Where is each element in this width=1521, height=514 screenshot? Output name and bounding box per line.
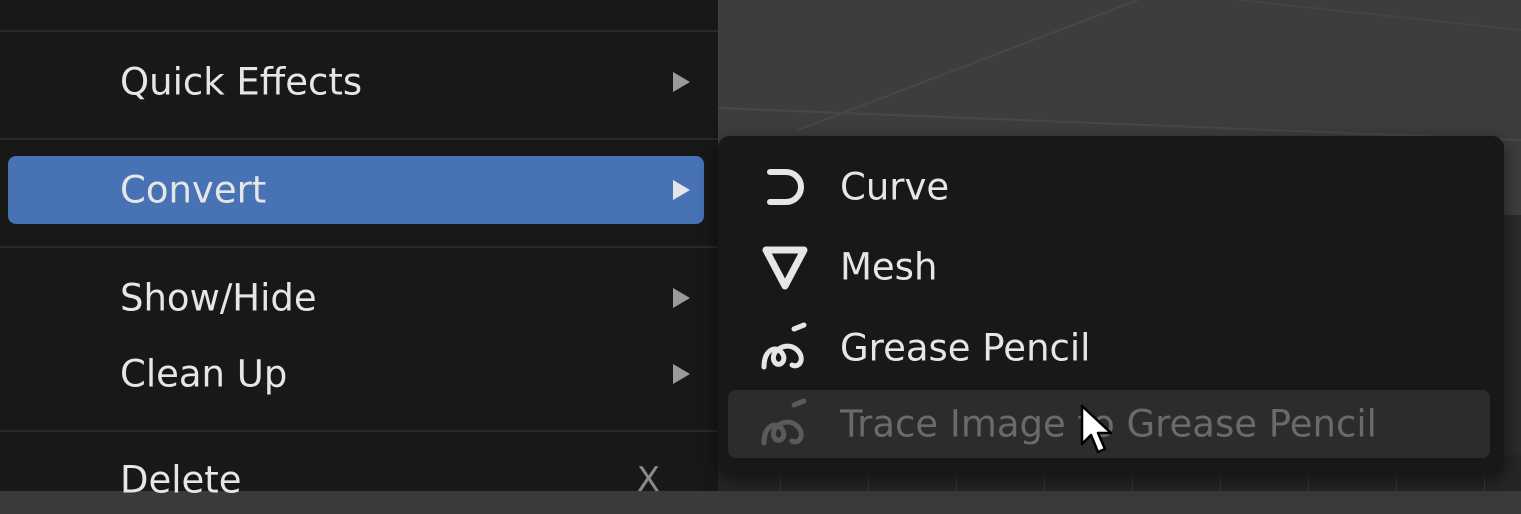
menu-item-label: Clean Up: [120, 352, 288, 396]
submenu-item-curve[interactable]: Curve: [728, 153, 1490, 221]
submenu-item-label: Mesh: [840, 245, 938, 289]
menu-separator: [0, 30, 718, 32]
menu-separator: [0, 246, 718, 248]
curve-icon: [756, 158, 814, 216]
menu-item-delete[interactable]: Delete X: [8, 446, 704, 514]
shortcut-hint: X: [636, 460, 660, 500]
menu-item-quick-effects[interactable]: Quick Effects: [8, 48, 704, 116]
submenu-arrow-icon: [673, 364, 690, 384]
grease-pencil-icon: [756, 395, 814, 453]
menu-item-label: Convert: [120, 168, 267, 212]
menu-item-show-hide[interactable]: Show/Hide: [8, 264, 704, 332]
mouse-cursor-icon: [1080, 404, 1116, 456]
menu-separator: [0, 138, 718, 140]
object-menu: Quick Effects Convert Show/Hide Clean Up…: [0, 0, 718, 502]
submenu-item-mesh[interactable]: Mesh: [728, 233, 1490, 301]
menu-item-label: Show/Hide: [120, 276, 317, 320]
mesh-icon: [756, 238, 814, 296]
submenu-item-label: Curve: [840, 165, 950, 209]
submenu-arrow-icon: [673, 288, 690, 308]
menu-item-label: Delete: [120, 458, 242, 502]
grease-pencil-icon: [756, 319, 814, 377]
submenu-item-label: Grease Pencil: [840, 326, 1091, 370]
menu-item-convert[interactable]: Convert: [8, 156, 704, 224]
menu-separator: [0, 430, 718, 432]
submenu-arrow-icon: [673, 180, 690, 200]
submenu-arrow-icon: [673, 72, 690, 92]
menu-item-clean-up[interactable]: Clean Up: [8, 340, 704, 408]
menu-item-label: Quick Effects: [120, 60, 363, 104]
submenu-item-grease-pencil[interactable]: Grease Pencil: [728, 314, 1490, 382]
